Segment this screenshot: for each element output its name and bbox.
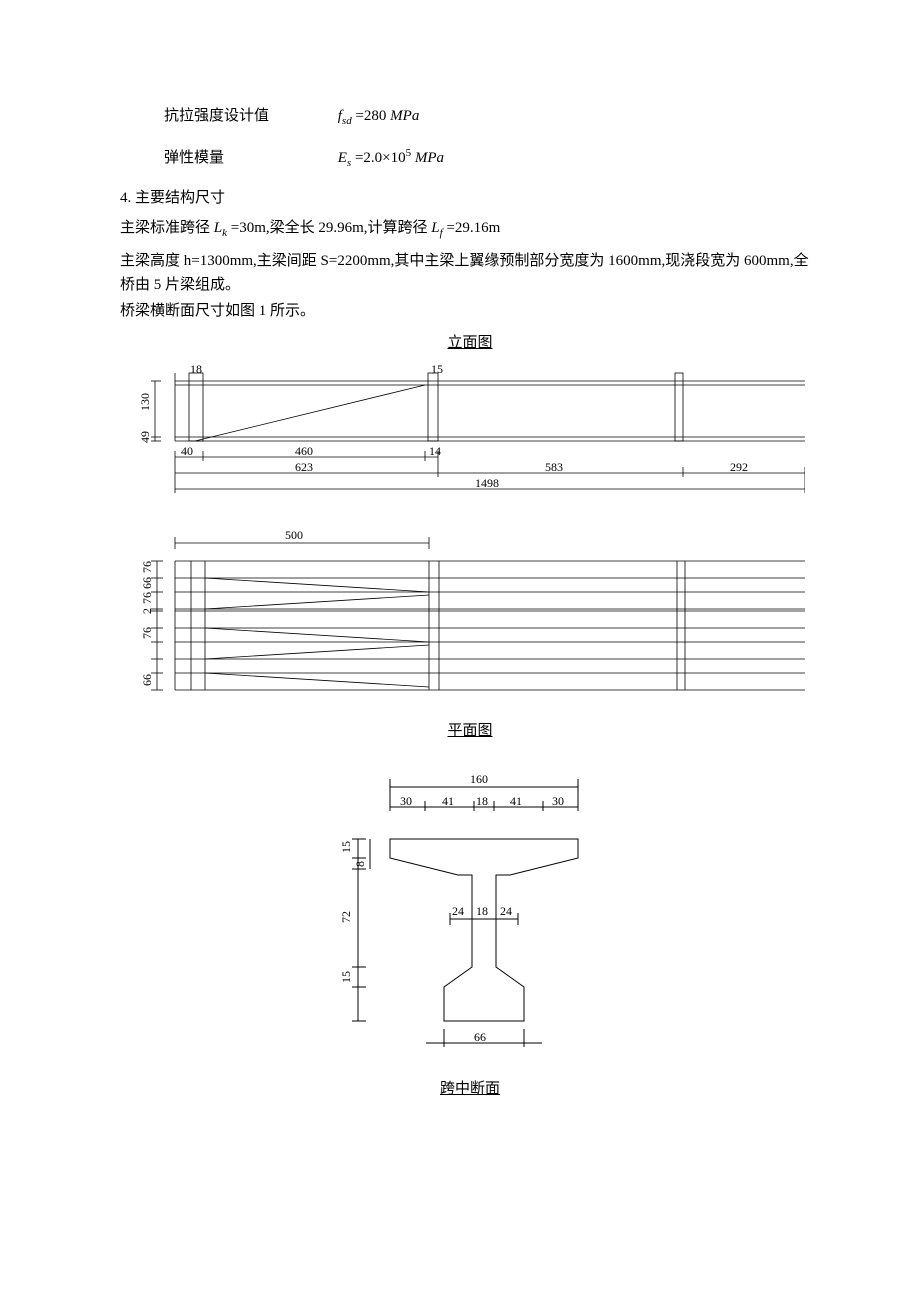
elev-dim-1498: 1498	[475, 476, 499, 490]
cross-section-title: 跨中断面	[120, 1077, 820, 1101]
cross-web-24b: 24	[500, 904, 512, 918]
cross-top-160: 160	[470, 772, 488, 786]
cross-left-15a: 15	[339, 841, 353, 853]
elev-dim-14: 14	[429, 444, 441, 458]
elastic-formula: Es =2.0×105 MPa	[338, 150, 444, 166]
plan-dim-76b: 76	[140, 592, 154, 604]
plan-dim-500: 500	[285, 528, 303, 542]
cross-top-30a: 30	[400, 794, 412, 808]
elev-dim-40: 40	[181, 444, 193, 458]
cross-left-72: 72	[339, 911, 353, 923]
elastic-modulus-row: 弹性模量 Es =2.0×105 MPa	[120, 145, 820, 173]
elevation-title: 立面图	[120, 331, 820, 355]
plan-drawing: 500 76 66 76 2 76 66	[135, 521, 805, 711]
plan-dim-66a: 66	[140, 577, 154, 589]
span-paragraph: 主梁标准跨径 Lk =30m,梁全长 29.96m,计算跨径 Lf =29.16…	[120, 216, 820, 243]
elev-dim-18: 18	[190, 362, 202, 376]
plan-dim-2: 2	[140, 608, 154, 614]
tensile-label: 抗拉强度设计值	[164, 104, 334, 128]
plan-title: 平面图	[120, 719, 820, 743]
elev-dim-292: 292	[730, 460, 748, 474]
elev-dim-130: 130	[138, 393, 152, 411]
elev-dim-623: 623	[295, 460, 313, 474]
elastic-label: 弹性模量	[164, 146, 334, 170]
cross-top-41b: 41	[510, 794, 522, 808]
plan-dim-76c: 76	[140, 627, 154, 639]
cross-left-15b: 15	[339, 971, 353, 983]
cross-left-8: 8	[353, 861, 367, 867]
cross-web-18: 18	[476, 904, 488, 918]
elev-dim-15: 15	[431, 362, 443, 376]
cross-top-41a: 41	[442, 794, 454, 808]
elev-dim-460: 460	[295, 444, 313, 458]
elevation-drawing: 18 15 130 49 40 460 14 623 583 292 1498	[135, 361, 805, 511]
cross-web-24a: 24	[452, 904, 464, 918]
plan-dim-76a: 76	[140, 561, 154, 573]
plan-dim-66b: 66	[140, 674, 154, 686]
elev-dim-49: 49	[138, 431, 152, 443]
cross-top-18: 18	[476, 794, 488, 808]
tensile-strength-row: 抗拉强度设计值 fsd =280 MPa	[120, 104, 820, 131]
beam-spec-paragraph: 主梁高度 h=1300mm,主梁间距 S=2200mm,其中主梁上翼缘预制部分宽…	[120, 249, 820, 297]
cross-top-30b: 30	[552, 794, 564, 808]
cross-section-ref: 桥梁横断面尺寸如图 1 所示。	[120, 299, 820, 323]
tensile-formula: fsd =280 MPa	[338, 108, 420, 124]
cross-bottom-66: 66	[474, 1030, 486, 1044]
elev-dim-583: 583	[545, 460, 563, 474]
cross-section-drawing: 160 30 41 18 41 30 15 8 72 15 24 18 24 6…	[310, 749, 630, 1069]
section4-heading: 4. 主要结构尺寸	[120, 186, 820, 210]
